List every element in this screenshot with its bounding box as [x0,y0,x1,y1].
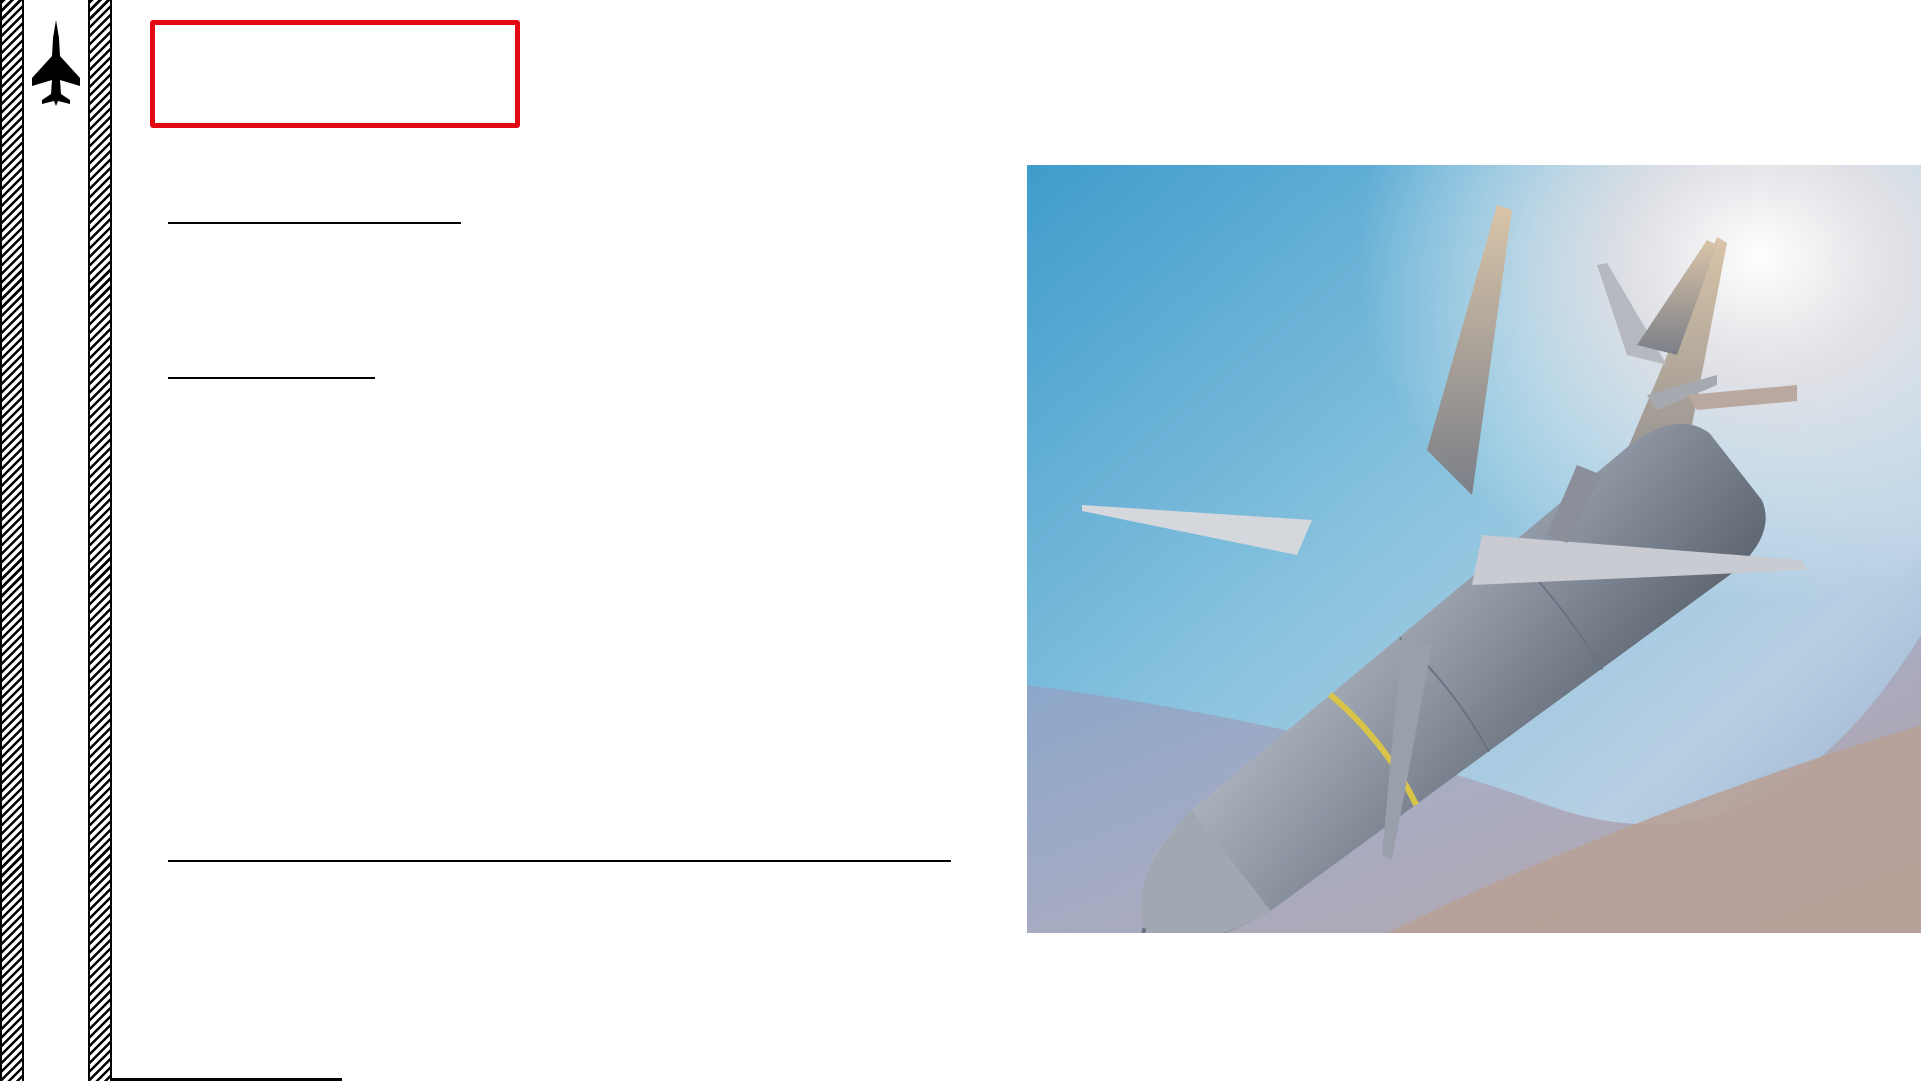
missile-image [1027,165,1921,933]
left-sidebar [0,0,112,1081]
hatched-border-left [0,0,24,1081]
missile-icon [1027,165,1921,933]
section-underline-1 [168,222,461,224]
section-divider [168,860,951,862]
fighter-jet-icon [32,20,80,106]
slide-page [0,0,1921,1081]
sidebar-strip [24,0,88,1081]
header-title-box [150,20,520,128]
hatched-border-right [88,0,112,1081]
section-underline-2 [168,377,375,379]
